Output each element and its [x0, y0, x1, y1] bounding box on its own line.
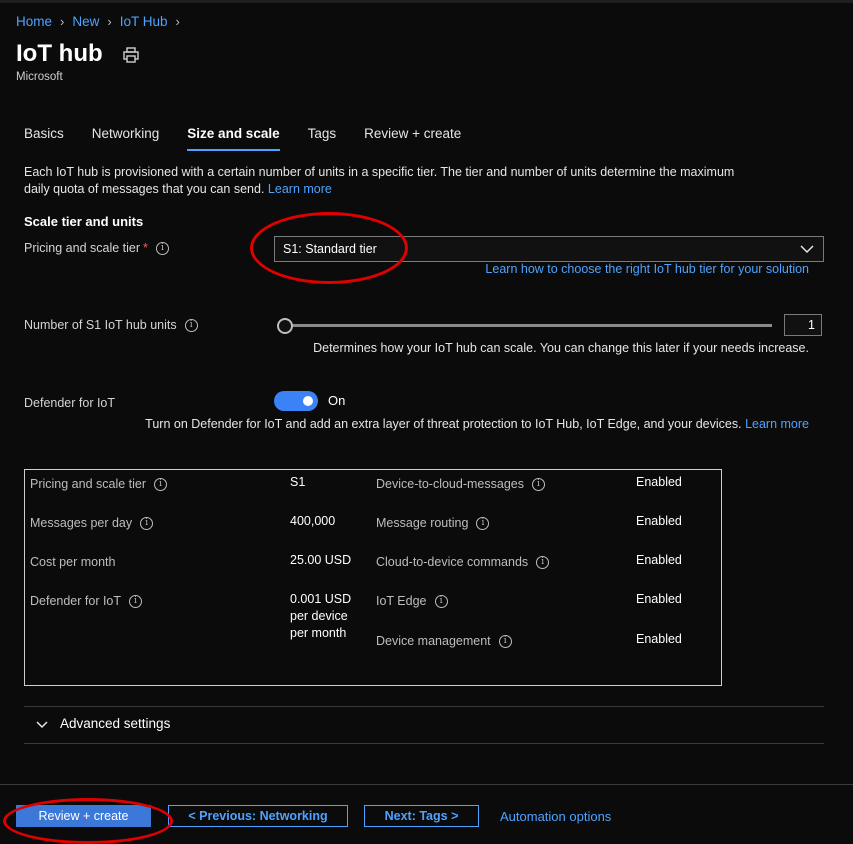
summary-value: Enabled [636, 592, 682, 606]
info-icon[interactable]: i [498, 634, 512, 648]
breadcrumb: Home › New › IoT Hub › [16, 14, 188, 29]
page-subtitle: Microsoft [16, 71, 63, 83]
tab-tags[interactable]: Tags [308, 126, 337, 151]
summary-label: Cost per month [30, 555, 115, 569]
toggle-state-label: On [328, 393, 346, 408]
summary-label-text: Cost per month [30, 555, 116, 569]
advanced-settings-toggle[interactable]: Advanced settings [36, 716, 170, 731]
summary-value: S1 [290, 475, 306, 489]
summary-label: IoT Edge i [376, 594, 448, 608]
info-icon[interactable]: i [129, 594, 143, 608]
divider [24, 743, 824, 744]
tab-bar: Basics Networking Size and scale Tags Re… [24, 126, 489, 151]
review-create-button[interactable]: Review + create [16, 805, 151, 827]
summary-label-text: Messages per day [30, 516, 133, 530]
info-icon[interactable]: i [140, 516, 154, 530]
pricing-tier-dropdown[interactable]: S1: Standard tier [274, 236, 824, 262]
required-marker: * [143, 241, 148, 255]
summary-label: Pricing and scale tier i [30, 477, 168, 491]
summary-panel [24, 469, 722, 686]
page-title: IoT hub [16, 40, 103, 67]
units-slider-thumb[interactable] [277, 318, 293, 334]
units-label-text: Number of S1 IoT hub units [24, 318, 177, 332]
info-icon[interactable]: i [434, 594, 448, 608]
summary-value: 25.00 USD [290, 553, 352, 567]
section-heading: Scale tier and units [24, 214, 144, 229]
summary-label-text: Device management [376, 634, 491, 648]
units-input[interactable] [784, 314, 822, 336]
automation-options-link[interactable]: Automation options [500, 809, 611, 824]
summary-label: Device-to-cloud-messages i [376, 477, 545, 491]
summary-value: 0.001 USD per device per month [290, 592, 352, 640]
description-text: Each IoT hub is provisioned with a certa… [24, 165, 735, 196]
next-button[interactable]: Next: Tags > [364, 805, 479, 827]
footer-divider [0, 784, 853, 785]
advanced-settings-label: Advanced settings [60, 716, 171, 731]
summary-label-text: Message routing [376, 516, 469, 530]
defender-help-text: Turn on Defender for IoT and add an extr… [145, 417, 742, 431]
units-label: Number of S1 IoT hub units i [24, 318, 198, 332]
summary-label: Message routing i [376, 516, 490, 530]
defender-toggle[interactable] [274, 391, 318, 411]
summary-label-text: Cloud-to-device commands [376, 555, 529, 569]
top-border [0, 0, 853, 3]
info-icon[interactable]: i [184, 318, 198, 332]
info-icon[interactable]: i [155, 241, 169, 255]
summary-value: Enabled [636, 632, 682, 646]
summary-value: 400,000 [290, 514, 336, 528]
description: Each IoT hub is provisioned with a certa… [24, 164, 744, 198]
toggle-knob [303, 396, 313, 406]
breadcrumb-new[interactable]: New [72, 14, 99, 29]
learn-more-link[interactable]: Learn more [268, 182, 332, 196]
defender-label: Defender for IoT [24, 396, 116, 410]
pricing-tier-label: Pricing and scale tier * i [24, 241, 169, 255]
summary-value: Enabled [636, 475, 682, 489]
summary-label: Messages per day i [30, 516, 154, 530]
tab-review-create[interactable]: Review + create [364, 126, 461, 151]
chevron-right-icon: › [175, 14, 180, 29]
previous-button[interactable]: < Previous: Networking [168, 805, 348, 827]
summary-label: Device management i [376, 634, 512, 648]
summary-label: Defender for IoT i [30, 594, 143, 608]
print-icon[interactable] [122, 46, 140, 64]
summary-label-text: Defender for IoT [30, 594, 122, 608]
info-icon[interactable]: i [531, 477, 545, 491]
pricing-tier-value: S1: Standard tier [283, 242, 377, 256]
units-help-text: Determines how your IoT hub can scale. Y… [313, 341, 809, 355]
tab-networking[interactable]: Networking [92, 126, 160, 151]
info-icon[interactable]: i [536, 555, 550, 569]
summary-label-text: Pricing and scale tier [30, 477, 147, 491]
tier-help-link[interactable]: Learn how to choose the right IoT hub ti… [485, 262, 809, 276]
pricing-tier-label-text: Pricing and scale tier [24, 241, 141, 255]
breadcrumb-home[interactable]: Home [16, 14, 52, 29]
chevron-down-icon [36, 720, 48, 728]
chevron-right-icon: › [60, 14, 65, 29]
defender-learn-more-link[interactable]: Learn more [745, 417, 809, 431]
tab-basics[interactable]: Basics [24, 126, 64, 151]
info-icon[interactable]: i [476, 516, 490, 530]
summary-label-text: IoT Edge [376, 594, 427, 608]
breadcrumb-iot-hub[interactable]: IoT Hub [120, 14, 168, 29]
tab-size-and-scale[interactable]: Size and scale [187, 126, 280, 151]
chevron-down-icon [800, 245, 814, 254]
defender-help: Turn on Defender for IoT and add an extr… [145, 417, 809, 431]
summary-label: Cloud-to-device commands i [376, 555, 550, 569]
info-icon[interactable]: i [154, 477, 168, 491]
units-slider-track[interactable] [284, 324, 772, 327]
divider [24, 706, 824, 707]
summary-value: Enabled [636, 553, 682, 567]
chevron-right-icon: › [107, 14, 112, 29]
summary-label-text: Device-to-cloud-messages [376, 477, 524, 491]
summary-value: Enabled [636, 514, 682, 528]
